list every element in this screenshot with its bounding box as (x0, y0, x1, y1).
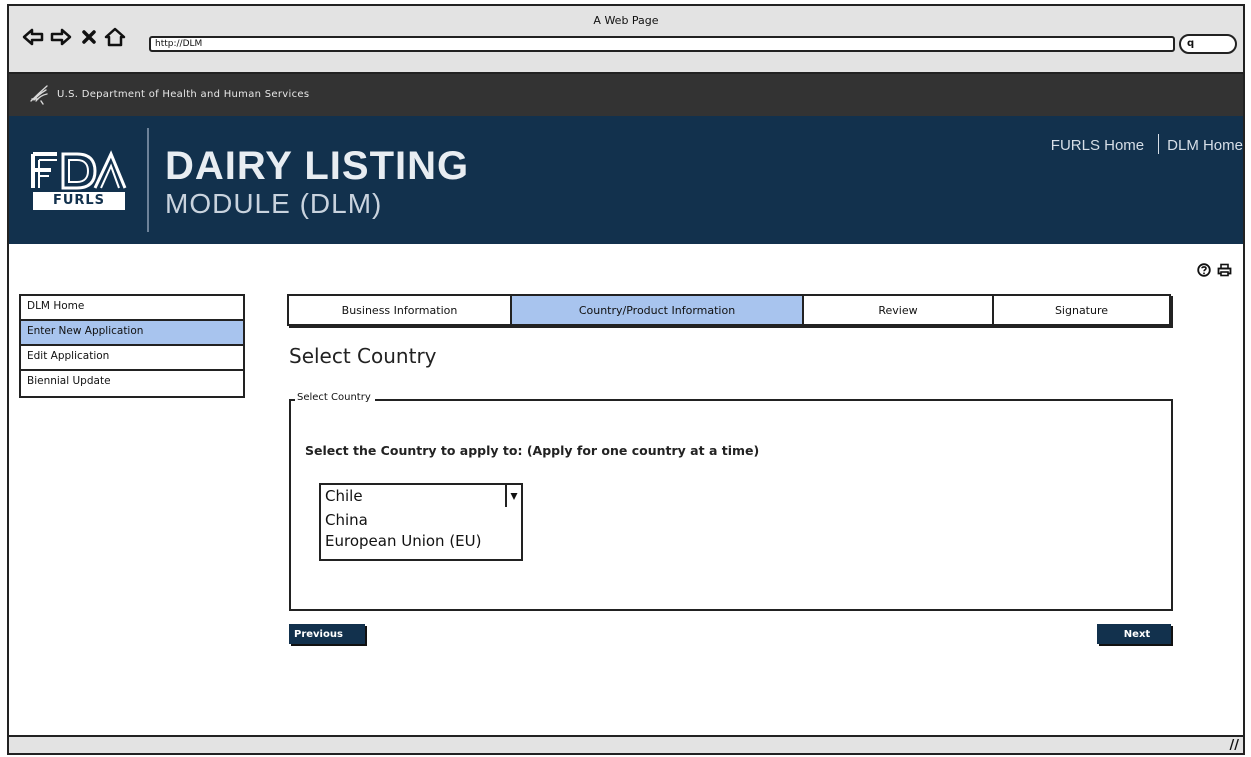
browser-window: A Web Page http://DLM q U.S. Department … (7, 4, 1245, 755)
sidebar-item-edit-application[interactable]: Edit Application (21, 346, 243, 371)
page-tools (1197, 262, 1232, 281)
tab-country-product-information[interactable]: Country/Product Information (512, 296, 804, 324)
window-title: A Web Page (593, 14, 659, 27)
country-option-eu[interactable]: European Union (EU) (325, 531, 521, 552)
chevron-down-icon[interactable] (505, 485, 521, 507)
next-button[interactable]: Next (1097, 624, 1171, 644)
previous-button[interactable]: Previous (289, 624, 365, 644)
sidebar-item-biennial-update[interactable]: Biennial Update (21, 371, 243, 396)
print-icon[interactable] (1217, 262, 1232, 281)
fieldset-legend: Select Country (295, 392, 375, 403)
browser-toolbar: A Web Page http://DLM q (9, 6, 1243, 74)
wizard-tabs: Business Information Country/Product Inf… (287, 294, 1171, 326)
home-icon[interactable] (103, 26, 127, 48)
link-divider (1158, 134, 1160, 154)
country-select-value: Chile (325, 487, 363, 505)
address-bar[interactable]: http://DLM (149, 36, 1175, 52)
hhs-eagle-icon (29, 83, 51, 109)
sidebar-nav: DLM Home Enter New Application Edit Appl… (19, 294, 245, 398)
tab-business-information[interactable]: Business Information (289, 296, 512, 324)
tab-review[interactable]: Review (804, 296, 994, 324)
help-icon[interactable] (1197, 262, 1211, 281)
country-option-china[interactable]: China (325, 510, 521, 531)
site-header: FURLS DAIRY LISTING MODULE (DLM) FURLS H… (9, 116, 1243, 244)
browser-search-button[interactable]: q (1179, 34, 1237, 54)
forward-icon[interactable] (49, 26, 73, 48)
tab-signature[interactable]: Signature (994, 296, 1169, 324)
country-prompt: Select the Country to apply to: (Apply f… (305, 443, 760, 458)
agency-name: U.S. Department of Health and Human Serv… (57, 89, 310, 100)
back-icon[interactable] (21, 26, 45, 48)
header-divider (147, 128, 149, 232)
country-dropdown-list: China European Union (EU) (319, 507, 523, 561)
furls-logo-badge: FURLS (33, 192, 125, 210)
furls-home-link[interactable]: FURLS Home (1051, 137, 1144, 154)
module-subtitle: MODULE (DLM) (165, 188, 383, 219)
header-links: FURLS Home DLM Home (1051, 134, 1243, 154)
agency-bar: U.S. Department of Health and Human Serv… (9, 74, 1243, 116)
close-icon[interactable] (77, 26, 101, 48)
search-icon: q (1187, 38, 1195, 49)
browser-status-bar: // (9, 735, 1243, 753)
sidebar-item-dlm-home[interactable]: DLM Home (21, 296, 243, 321)
module-title: DAIRY LISTING (165, 144, 470, 188)
page-title: Select Country (289, 344, 437, 368)
country-select[interactable]: Chile (319, 483, 523, 509)
resize-grip-icon[interactable]: // (1230, 738, 1240, 753)
sidebar-item-enter-new-application[interactable]: Enter New Application (21, 321, 243, 346)
dlm-home-link[interactable]: DLM Home (1167, 137, 1243, 154)
